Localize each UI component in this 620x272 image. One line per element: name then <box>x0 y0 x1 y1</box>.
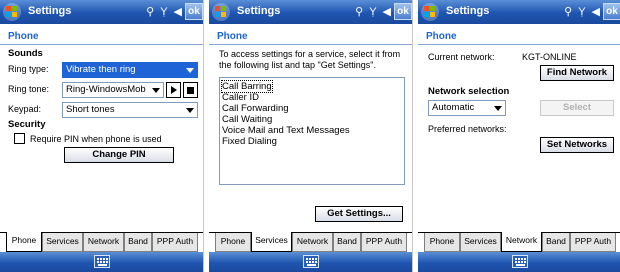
ring-tone-dropdown[interactable]: Ring-WindowsMob <box>62 82 164 98</box>
tab-services[interactable]: Services <box>251 232 292 252</box>
instructions-line-2: the following list and tap "Get Settings… <box>219 60 376 70</box>
get-settings-button[interactable]: Get Settings... <box>315 206 403 222</box>
tab-services[interactable]: Services <box>42 233 83 252</box>
page-title: Phone <box>8 31 39 42</box>
window-title: Settings <box>28 5 72 17</box>
connectivity-icon[interactable]: ⚲ <box>355 5 363 19</box>
network-selection-title: Network selection <box>428 86 510 97</box>
signal-icon[interactable]: Ỵ <box>578 5 585 19</box>
ring-type-label: Ring type: <box>8 64 49 74</box>
tab-services[interactable]: Services <box>460 233 501 252</box>
list-item[interactable]: Caller ID <box>222 92 259 103</box>
require-pin-checkbox[interactable] <box>14 133 25 144</box>
tab-phone[interactable]: Phone <box>424 233 460 252</box>
services-list[interactable]: Call Barring Caller ID Call Forwarding C… <box>219 77 405 185</box>
tab-band[interactable]: Band <box>542 233 570 252</box>
ok-button[interactable]: ok <box>185 3 203 20</box>
ring-type-dropdown[interactable]: Vibrate then ring <box>62 62 198 78</box>
play-icon <box>171 86 177 94</box>
instructions-line-1: To access settings for a service, select… <box>219 49 401 59</box>
heading-divider <box>0 44 203 45</box>
volume-icon[interactable]: ◀ <box>383 5 391 19</box>
tab-network[interactable]: Network <box>292 233 333 252</box>
list-item[interactable]: Call Waiting <box>222 114 272 125</box>
heading-divider <box>209 44 412 45</box>
keyboard-icon[interactable] <box>512 255 528 268</box>
network-selection-dropdown[interactable]: Automatic <box>428 100 506 116</box>
keypad-value: Short tones <box>66 104 115 115</box>
phone-settings-screen: Settings ⚲ Ỵ ◀ ok Phone Sounds Ring type… <box>0 0 204 272</box>
require-pin-label: Require PIN when phone is used <box>30 134 162 144</box>
set-networks-button[interactable]: Set Networks <box>540 137 614 153</box>
tab-ppp-auth[interactable]: PPP Auth <box>570 233 616 252</box>
bottom-bar <box>209 252 412 272</box>
signal-icon[interactable]: Ỵ <box>369 5 376 19</box>
current-network-label: Current network: <box>428 52 495 62</box>
connectivity-icon[interactable]: ⚲ <box>146 5 154 19</box>
windows-start-icon[interactable] <box>420 2 440 22</box>
change-pin-button[interactable]: Change PIN <box>64 147 174 163</box>
network-settings-screen: Settings ⚲ Ỵ ◀ ok Phone Current network:… <box>418 0 620 272</box>
tab-phone[interactable]: Phone <box>215 233 251 252</box>
list-item[interactable]: Call Barring <box>221 80 273 93</box>
list-item[interactable]: Fixed Dialing <box>222 136 277 147</box>
tab-network[interactable]: Network <box>83 233 124 252</box>
volume-icon[interactable]: ◀ <box>174 5 182 19</box>
chevron-down-icon <box>186 68 194 73</box>
tab-ppp-auth[interactable]: PPP Auth <box>152 233 198 252</box>
bottom-bar <box>418 252 620 272</box>
current-network-value: KGT-ONLINE <box>522 52 577 62</box>
list-item[interactable]: Voice Mail and Text Messages <box>222 125 350 136</box>
page-title: Phone <box>217 31 248 42</box>
security-section-title: Security <box>8 119 46 130</box>
ring-type-value: Vibrate then ring <box>66 64 136 75</box>
status-area: ⚲ Ỵ ◀ <box>146 4 182 20</box>
bottom-bar <box>0 252 203 272</box>
keypad-label: Keypad: <box>8 104 42 114</box>
tab-ppp-auth[interactable]: PPP Auth <box>361 233 407 252</box>
connectivity-icon[interactable]: ⚲ <box>564 5 572 19</box>
find-network-button[interactable]: Find Network <box>540 65 614 81</box>
preferred-networks-label: Preferred networks: <box>428 124 507 134</box>
window-title: Settings <box>237 5 281 17</box>
tab-bar: Phone Services Network Band PPP Auth <box>209 232 412 252</box>
select-network-button[interactable]: Select <box>540 100 614 116</box>
services-settings-screen: Settings ⚲ Ỵ ◀ ok Phone To access settin… <box>209 0 413 272</box>
chevron-down-icon <box>186 108 194 113</box>
ok-button[interactable]: ok <box>603 3 620 20</box>
chevron-down-icon <box>494 106 502 111</box>
ok-button[interactable]: ok <box>394 3 412 20</box>
keypad-dropdown[interactable]: Short tones <box>62 102 198 118</box>
status-area: ⚲ Ỵ ◀ <box>355 4 391 20</box>
network-selection-value: Automatic <box>432 102 475 113</box>
title-bar: Settings ⚲ Ỵ ◀ ok <box>0 0 203 24</box>
tab-bar: Phone Services Network Band PPP Auth <box>0 232 203 252</box>
title-bar: Settings ⚲ Ỵ ◀ ok <box>418 0 620 24</box>
sounds-section-title: Sounds <box>8 48 43 59</box>
tab-network[interactable]: Network <box>501 232 542 252</box>
ring-tone-label: Ring tone: <box>8 84 50 94</box>
windows-start-icon[interactable] <box>211 2 231 22</box>
ring-tone-value: Ring-WindowsMob <box>66 84 146 95</box>
tab-phone[interactable]: Phone <box>6 232 42 252</box>
volume-icon[interactable]: ◀ <box>592 5 600 19</box>
keyboard-icon[interactable] <box>94 255 110 268</box>
signal-icon[interactable]: Ỵ <box>160 5 167 19</box>
title-bar: Settings ⚲ Ỵ ◀ ok <box>209 0 412 24</box>
heading-divider <box>418 44 620 45</box>
page-title: Phone <box>426 31 457 42</box>
play-tone-button[interactable] <box>166 82 181 98</box>
stop-tone-button[interactable] <box>183 82 198 98</box>
list-item[interactable]: Call Forwarding <box>222 103 289 114</box>
chevron-down-icon <box>152 88 160 93</box>
tab-bar: Phone Services Network Band PPP Auth <box>418 232 620 252</box>
window-title: Settings <box>446 5 490 17</box>
tab-band[interactable]: Band <box>333 233 361 252</box>
tab-band[interactable]: Band <box>124 233 152 252</box>
status-area: ⚲ Ỵ ◀ <box>564 4 600 20</box>
stop-icon <box>187 87 194 94</box>
windows-start-icon[interactable] <box>2 2 22 22</box>
keyboard-icon[interactable] <box>303 255 319 268</box>
